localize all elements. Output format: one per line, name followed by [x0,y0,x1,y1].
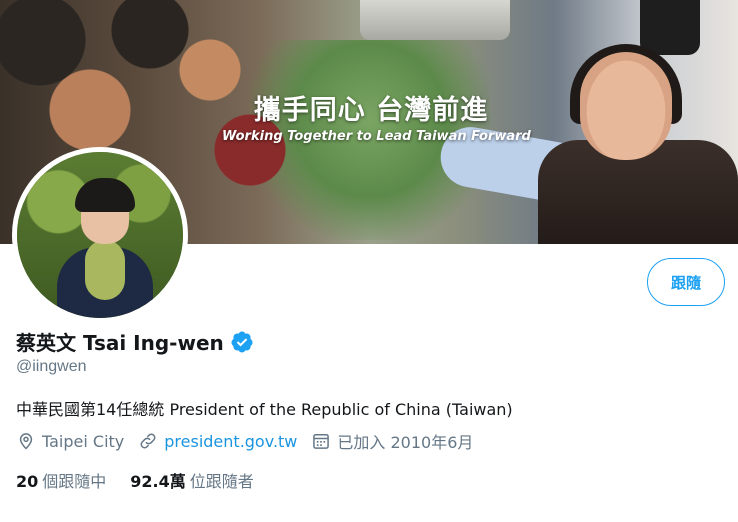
follow-button[interactable]: 跟隨 [647,258,725,306]
profile-location: Taipei City [16,431,124,451]
joined-text: 已加入 2010年6月 [337,433,474,452]
followers-label: 位跟隨者 [189,472,254,491]
following-count: 20 [16,472,39,491]
profile-name-row: 蔡英文 Tsai Ing-wen [16,327,254,356]
profile-meta: Taipei City president.gov.tw 已加入 2010年6月 [16,429,487,453]
profile-avatar[interactable] [12,147,188,323]
following-label: 個跟隨中 [42,472,107,491]
followers-stat[interactable]: 92.4萬 位跟隨者 [130,468,254,492]
location-pin-icon [19,433,33,450]
profile-joined: 已加入 2010年6月 [311,429,473,453]
followers-count: 92.4萬 [130,472,186,491]
following-stat[interactable]: 20 個跟隨中 [16,468,106,492]
verified-badge-icon [230,330,254,354]
website-link[interactable]: president.gov.tw [164,432,297,451]
location-text: Taipei City [42,431,125,451]
link-icon [140,433,156,449]
profile-website: president.gov.tw [138,431,297,451]
profile-handle: @iingwen [16,358,87,375]
profile-stats: 20 個跟隨中 92.4萬 位跟隨者 [16,468,278,492]
calendar-icon [313,434,330,449]
profile-bio: 中華民國第14任總統 President of the Republic of … [16,400,513,419]
display-name: 蔡英文 Tsai Ing-wen [16,331,224,355]
banner-title: 攜手同心 台灣前進 [253,95,489,126]
banner-subtitle: Working Together to Lead Taiwan Forward [222,129,531,144]
